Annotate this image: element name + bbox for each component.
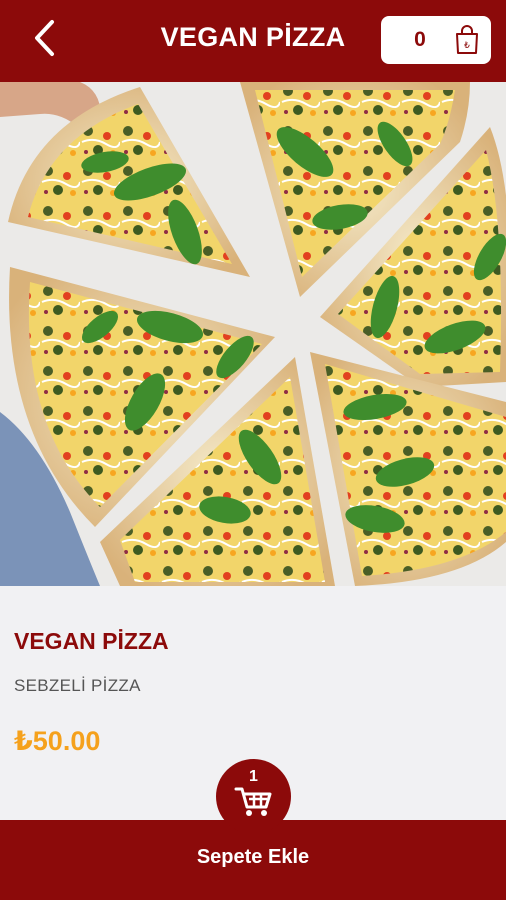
shopping-bag-icon: ₺ bbox=[456, 25, 478, 54]
app-header: VEGAN PİZZA 0 ₺ bbox=[0, 0, 506, 82]
cart-button[interactable]: 0 ₺ bbox=[381, 16, 491, 64]
product-price: ₺50.00 bbox=[14, 726, 101, 756]
quantity-count: 1 bbox=[249, 768, 258, 785]
product-image bbox=[0, 82, 506, 586]
product-description: SEBZELİ PİZZA bbox=[14, 676, 141, 695]
quantity-badge[interactable]: 1 bbox=[216, 759, 291, 834]
cart-count: 0 bbox=[414, 28, 426, 51]
product-name: VEGAN PİZZA bbox=[14, 628, 169, 654]
svg-text:₺: ₺ bbox=[464, 41, 470, 51]
shopping-cart-icon bbox=[234, 787, 272, 816]
add-to-cart-label: Sepete Ekle bbox=[196, 846, 310, 868]
